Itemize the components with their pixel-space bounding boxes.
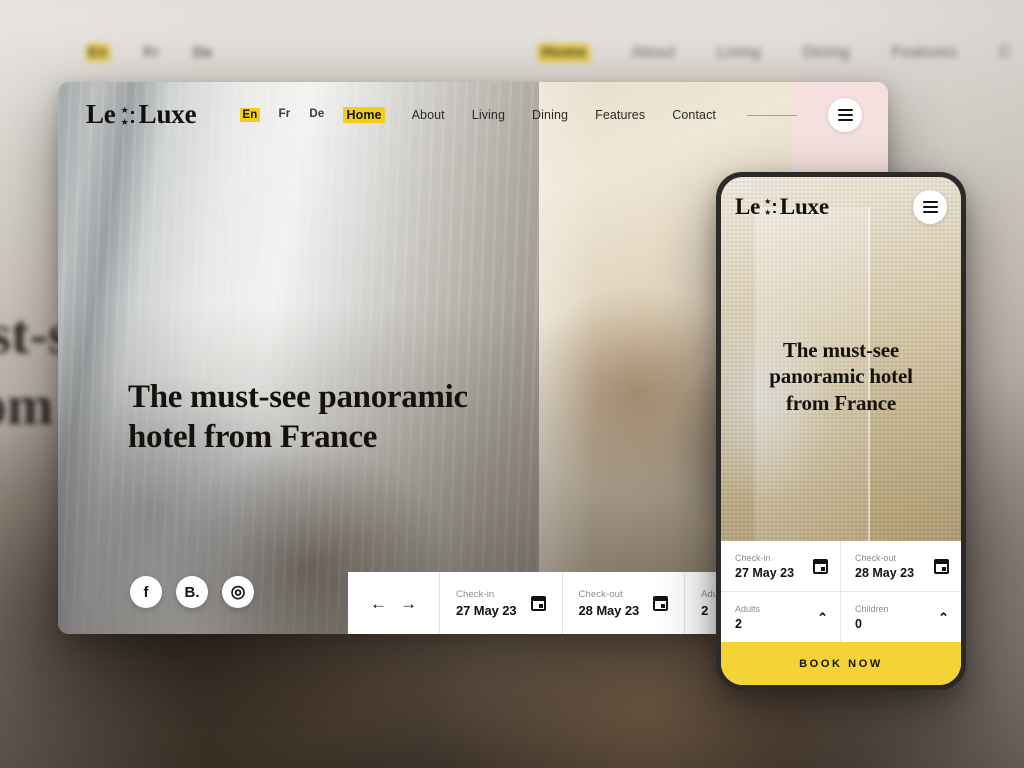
hero-photo-bedroom xyxy=(58,82,540,634)
adults-label: Adults xyxy=(735,604,761,614)
desktop-header: Le ★ ★ Luxe En Fr De Home About Living D… xyxy=(58,82,888,148)
background-menu-item-living: Living xyxy=(716,44,761,61)
logo-word-le: Le xyxy=(733,193,762,219)
mobile-mockup-device: Le ★ ★ Luxe The must-see panoramic hotel xyxy=(716,172,966,690)
calendar-icon[interactable] xyxy=(813,559,828,574)
checkin-value: 27 May 23 xyxy=(456,602,517,618)
mobile-heading-line-3: from France xyxy=(786,390,896,415)
mobile-logo[interactable]: Le ★ ★ Luxe xyxy=(733,193,830,219)
nav-item-living[interactable]: Living xyxy=(472,108,505,122)
calendar-icon[interactable] xyxy=(934,559,949,574)
background-menu-item-dining: Dining xyxy=(802,44,850,61)
chevron-up-icon[interactable]: ⌃ xyxy=(817,610,828,626)
chevron-up-icon[interactable]: ⌃ xyxy=(938,610,949,626)
checkout-label: Check-out xyxy=(855,553,897,563)
mobile-adults-field[interactable]: Adults 2 ⌃ xyxy=(721,592,841,642)
background-navbar: En Fr De Home About Living Dining Featur… xyxy=(0,44,1024,74)
mobile-checkout-field[interactable]: Check-out 28 May 23 xyxy=(841,541,961,592)
logo-star-dot-mark: ★ ★ xyxy=(121,106,134,127)
mobile-screen: Le ★ ★ Luxe The must-see panoramic hotel xyxy=(721,177,961,685)
background-menu-item-about: About xyxy=(631,44,675,61)
checkin-label: Check-in xyxy=(735,553,771,563)
nav-divider-rule xyxy=(747,114,797,116)
background-lang-de: De xyxy=(192,44,213,61)
desktop-language-switcher: En Fr De xyxy=(240,108,324,122)
mobile-heading-line-2: panoramic hotel xyxy=(769,364,913,389)
lang-option-de[interactable]: De xyxy=(309,108,324,122)
nav-item-contact[interactable]: Contact xyxy=(672,108,716,122)
checkin-value: 27 May 23 xyxy=(735,566,795,580)
lang-option-fr[interactable]: Fr xyxy=(279,108,291,122)
mobile-hero-heading: The must-see panoramic hotel from France xyxy=(735,337,947,416)
hero-heading-line-1: The must-see panoramic xyxy=(128,379,468,415)
book-now-button[interactable]: BOOK NOW xyxy=(721,642,961,685)
mobile-header: Le ★ ★ Luxe xyxy=(721,177,961,237)
children-label: Children xyxy=(855,604,889,614)
hamburger-menu-icon[interactable] xyxy=(913,190,947,224)
children-value: 0 xyxy=(855,617,862,631)
prev-arrow-icon[interactable]: ← xyxy=(370,595,387,612)
logo-word-le: Le xyxy=(85,99,117,130)
background-menu-item-features: Features xyxy=(891,44,958,61)
adults-value: 2 xyxy=(735,617,742,631)
checkin-field[interactable]: Check-in 27 May 23 xyxy=(439,572,562,634)
background-menu: Home About Living Dining Features C xyxy=(538,44,1011,62)
logo-star-dot-mark: ★ ★ xyxy=(764,198,776,217)
mobile-checkin-field[interactable]: Check-in 27 May 23 xyxy=(721,541,841,592)
checkout-label: Check-out xyxy=(578,588,623,600)
hamburger-menu-icon[interactable] xyxy=(828,98,862,132)
next-arrow-icon[interactable]: → xyxy=(400,595,417,612)
desktop-hero-heading: The must-see panoramic hotel from France xyxy=(128,377,468,458)
background-menu-item-home: Home xyxy=(538,44,590,62)
desktop-main-nav: Home About Living Dining Features Contac… xyxy=(343,98,862,132)
nav-item-features[interactable]: Features xyxy=(595,108,645,122)
nav-item-about[interactable]: About xyxy=(412,108,445,122)
checkout-field[interactable]: Check-out 28 May 23 xyxy=(561,572,685,634)
booking-com-icon[interactable]: B. xyxy=(176,576,208,608)
hero-heading-line-2: hotel from France xyxy=(128,419,378,456)
desktop-logo[interactable]: Le ★ ★ Luxe xyxy=(85,99,198,130)
background-language-switcher: En Fr De xyxy=(86,44,213,61)
background-lang-en: En xyxy=(86,44,110,61)
logo-word-luxe: Luxe xyxy=(137,99,198,130)
lang-option-en[interactable]: En xyxy=(240,108,260,122)
mobile-heading-line-1: The must-see xyxy=(782,338,899,362)
nav-item-dining[interactable]: Dining xyxy=(532,108,568,122)
checkout-value: 28 May 23 xyxy=(578,602,640,618)
mobile-booking-grid: Check-in 27 May 23 Check-out 28 May 23 A… xyxy=(721,541,961,642)
tripadvisor-icon[interactable]: ◎ xyxy=(222,576,254,608)
calendar-icon[interactable] xyxy=(530,595,546,611)
checkout-value: 28 May 23 xyxy=(855,566,915,580)
mobile-booking-form: Check-in 27 May 23 Check-out 28 May 23 A… xyxy=(721,541,961,685)
nav-item-home[interactable]: Home xyxy=(343,107,385,123)
facebook-icon[interactable]: f xyxy=(130,576,162,608)
mobile-children-field[interactable]: Children 0 ⌃ xyxy=(841,592,961,642)
logo-word-luxe: Luxe xyxy=(778,193,830,219)
booking-arrows: ← → xyxy=(348,572,439,634)
background-lang-fr: Fr xyxy=(143,44,159,61)
social-links: f B. ◎ xyxy=(130,576,254,608)
checkin-label: Check-in xyxy=(456,588,495,600)
background-menu-item-contact: C xyxy=(999,44,1012,61)
calendar-icon[interactable] xyxy=(653,595,669,611)
